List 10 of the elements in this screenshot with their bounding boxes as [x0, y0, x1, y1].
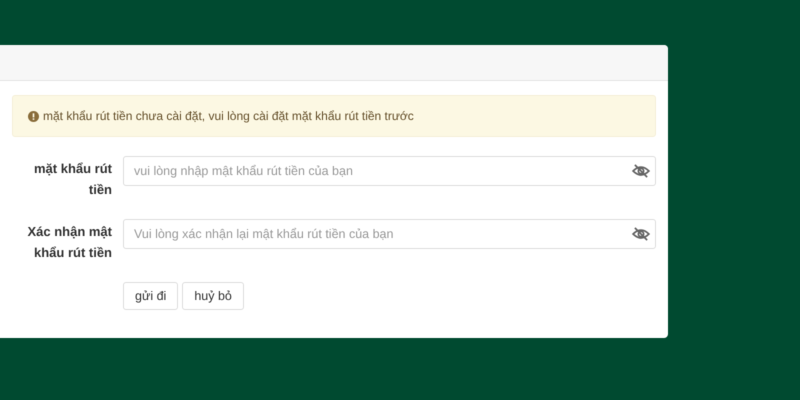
password-field[interactable]: Vui lòng xác nhận lại mật khẩu rút tiền của bạn: [123, 219, 656, 249]
field-label: mặt khẩu rút tiền: [32, 160, 112, 199]
field-label: Xác nhận mật khẩu rút tiền: [26, 223, 112, 262]
form-button[interactable]: gửi đi: [123, 282, 178, 310]
form-button[interactable]: huỷ bỏ: [182, 282, 244, 310]
password-field[interactable]: vui lòng nhập mật khẩu rút tiền của bạn: [123, 156, 656, 186]
eye-slash-icon[interactable]: [632, 227, 650, 241]
exclamation-icon: [28, 110, 39, 122]
alert-message: mặt khẩu rút tiền chưa cài đặt, vui lòng cài đặt mặt khẩu rút tiền trước: [43, 109, 414, 123]
eye-slash-icon[interactable]: [632, 164, 650, 178]
